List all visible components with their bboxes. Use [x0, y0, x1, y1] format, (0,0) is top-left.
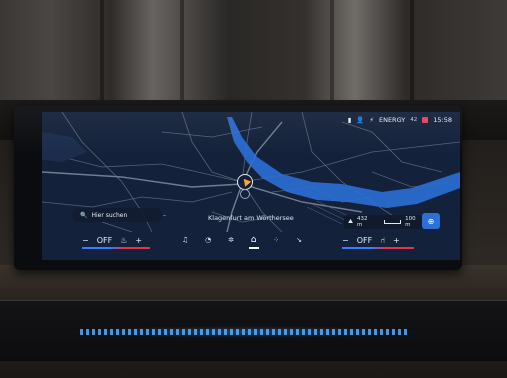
temp-up-button[interactable]: +: [393, 236, 400, 245]
grid-icon[interactable]: ⁘: [273, 236, 279, 244]
vehicle-position-icon: [237, 174, 253, 190]
seat-icon[interactable]: ⑁: [380, 236, 385, 245]
phone-icon[interactable]: ↘: [296, 236, 302, 244]
temp-down-button[interactable]: −: [82, 236, 89, 245]
climate-left: − OFF ♨ +: [82, 233, 142, 247]
app-dock: ♫ ◔ ✲ ⌂ ⁘ ↘: [176, 232, 308, 249]
car-interior-photo: ▮ 👤 ⚡ ENERGY 42 15:58 🔍 Hier suchen – Kl…: [0, 0, 507, 378]
climate-right-indicator: [342, 247, 414, 249]
search-label: Hier suchen: [91, 211, 128, 219]
temp-down-button[interactable]: −: [342, 236, 349, 245]
climate-right: − OFF ⑁ +: [342, 233, 400, 247]
climate-left-indicator: [82, 247, 150, 249]
temp-value: OFF: [96, 235, 113, 245]
infotainment-screen[interactable]: ▮ 👤 ⚡ ENERGY 42 15:58 🔍 Hier suchen – Kl…: [42, 112, 460, 260]
search-icon: 🔍: [80, 211, 88, 219]
background-wall: [0, 0, 507, 110]
map-search-button[interactable]: 🔍 Hier suchen –: [72, 208, 166, 222]
position-accuracy-ring: [240, 189, 250, 199]
chevron-right-icon: –: [163, 212, 166, 219]
home-icon[interactable]: ⌂: [248, 235, 259, 249]
notification-icon[interactable]: [422, 117, 429, 123]
scale-distance: 100 m: [405, 216, 416, 228]
ambient-light-strip: [80, 329, 410, 335]
phone-icon[interactable]: ▮: [348, 116, 352, 124]
clock: 15:58: [433, 116, 452, 124]
scale-bar: [383, 220, 402, 224]
recenter-button[interactable]: ⊕: [422, 213, 440, 229]
altitude-value: 432 m: [357, 216, 368, 228]
person-icon[interactable]: 👤: [356, 116, 364, 124]
status-bar: ▮ 👤 ⚡ ENERGY 42 15:58: [348, 114, 452, 126]
energy-icon: ⚡: [369, 116, 374, 124]
temp-up-button[interactable]: +: [135, 236, 142, 245]
energy-label: ENERGY: [378, 116, 406, 124]
seat-heat-icon[interactable]: ♨: [120, 236, 127, 245]
battery-level: 42: [410, 117, 418, 123]
fan-icon[interactable]: ✲: [228, 236, 234, 244]
music-icon[interactable]: ♫: [182, 236, 188, 244]
map-scale: ⛰ 432 m 100 m: [344, 215, 422, 229]
temp-value: OFF: [356, 235, 373, 245]
altitude-icon: ⛰: [348, 218, 354, 225]
recenter-icon: ⊕: [427, 216, 435, 226]
city-label: Klagenfurt am Wörthersee: [208, 214, 294, 222]
speedometer-icon[interactable]: ◔: [205, 236, 211, 244]
